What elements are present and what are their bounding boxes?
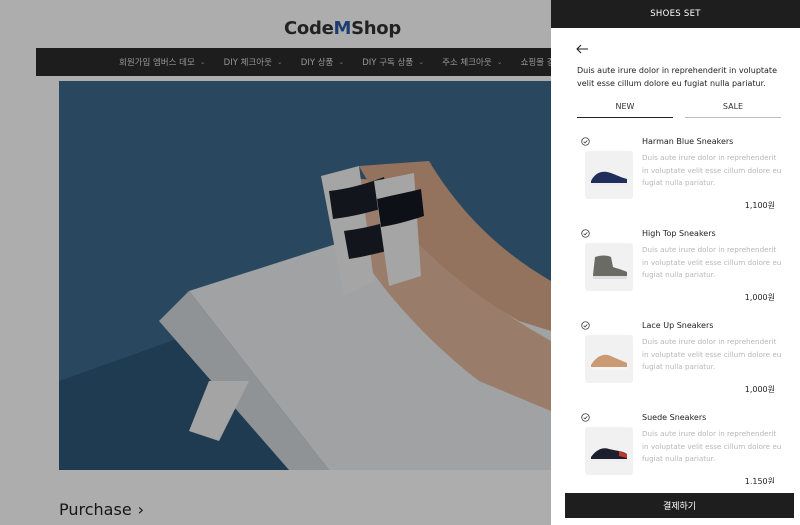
product-item[interactable]: High Top Sneakers Duis aute irure dolor …: [577, 222, 789, 314]
sneaker-image: [591, 448, 627, 462]
product-description: Duis aute irure dolor in reprehenderit i…: [642, 153, 782, 187]
product-name: Lace Up Sneakers: [642, 321, 714, 330]
product-item[interactable]: Harman Blue Sneakers Duis aute irure dol…: [577, 130, 789, 222]
product-price: 1,150원: [744, 477, 775, 484]
product-thumbnail[interactable]: [585, 427, 633, 475]
product-price: 1,000원: [744, 385, 775, 394]
product-item[interactable]: Lace Up Sneakers Duis aute irure dolor i…: [577, 314, 789, 406]
panel-title: SHOES SET: [551, 0, 800, 28]
product-name: Harman Blue Sneakers: [642, 137, 734, 146]
panel-tabs: NEW SALE: [577, 98, 781, 118]
check-circle-icon[interactable]: [581, 321, 590, 330]
panel-description: Duis aute irure dolor in reprehenderit i…: [577, 66, 777, 88]
shoes-set-panel: SHOES SET Duis aute irure dolor in repre…: [551, 0, 800, 525]
product-thumbnail[interactable]: [585, 151, 633, 199]
check-circle-icon[interactable]: [581, 137, 590, 146]
product-thumbnail[interactable]: [585, 335, 633, 383]
product-description: Duis aute irure dolor in reprehenderit i…: [642, 337, 782, 371]
product-price: 1,000원: [744, 293, 775, 302]
back-arrow-icon[interactable]: [575, 42, 589, 56]
product-price: 1,100원: [744, 201, 775, 210]
product-description: Duis aute irure dolor in reprehenderit i…: [642, 429, 782, 463]
sneaker-image: [593, 255, 627, 279]
product-description: Duis aute irure dolor in reprehenderit i…: [642, 245, 782, 279]
sneaker-image: [591, 354, 627, 370]
check-circle-icon[interactable]: [581, 413, 590, 422]
tab-new[interactable]: NEW: [577, 98, 673, 118]
checkout-button[interactable]: 결제하기: [565, 493, 794, 518]
product-name: High Top Sneakers: [642, 229, 716, 238]
product-thumbnail[interactable]: [585, 243, 633, 291]
check-circle-icon[interactable]: [581, 229, 590, 238]
sneaker-image: [591, 171, 627, 186]
product-list: Harman Blue Sneakers Duis aute irure dol…: [577, 130, 789, 484]
tab-sale[interactable]: SALE: [685, 98, 781, 118]
product-item[interactable]: Suede Sneakers Duis aute irure dolor in …: [577, 406, 789, 484]
product-name: Suede Sneakers: [642, 413, 707, 422]
